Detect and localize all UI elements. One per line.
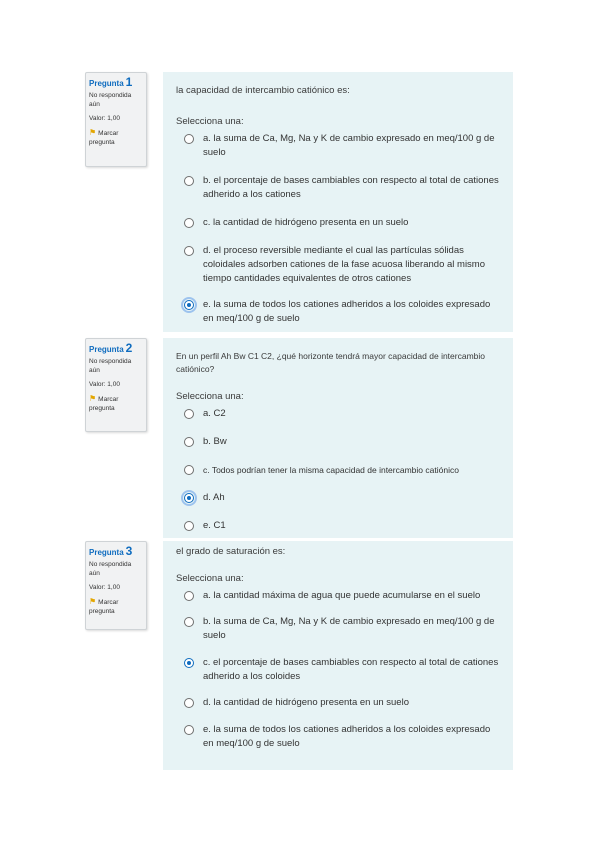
radio-button[interactable] [184, 725, 194, 735]
question-number: Pregunta 1 [89, 75, 133, 89]
radio-button[interactable] [184, 465, 194, 475]
answer-prompt: Selecciona una: [176, 116, 244, 127]
question-info-2: Pregunta 2 No respondida aún Valor: 1,00 … [85, 338, 147, 432]
question-text: el grado de saturación es: [176, 546, 286, 557]
question-number: Pregunta 3 [89, 544, 133, 558]
answer-option[interactable]: e. C1 [176, 519, 503, 533]
question-state: No respondida aún [89, 358, 132, 374]
radio-button-selected[interactable] [184, 658, 194, 668]
radio-button[interactable] [184, 409, 194, 419]
flag-question-link[interactable]: ⚑ Marcar pregunta [89, 394, 143, 413]
flag-icon: ⚑ [89, 394, 97, 403]
radio-button[interactable] [184, 246, 194, 256]
radio-button-selected[interactable] [181, 297, 197, 313]
answer-options: a. C2 b. Bw c. Todos podrían tener la mi… [176, 407, 503, 533]
answer-option[interactable]: d. la cantidad de hidrógeno presenta en … [176, 696, 503, 710]
answer-option[interactable]: d. Ah [176, 490, 503, 506]
answer-prompt: Selecciona una: [176, 573, 244, 584]
question-state: No respondida aún [89, 561, 132, 577]
flag-question-link[interactable]: ⚑ Marcar pregunta [89, 128, 143, 147]
answer-options: a. la cantidad máxima de agua que puede … [176, 589, 503, 751]
answer-option[interactable]: b. Bw [176, 435, 503, 449]
question-formulation-2: En un perfil Ah Bw C1 C2, ¿qué horizonte… [163, 338, 513, 538]
answer-option[interactable]: e. la suma de todos los cationes adherid… [176, 297, 503, 326]
radio-button[interactable] [184, 176, 194, 186]
question-grade: Valor: 1,00 [89, 115, 120, 122]
question-state: No respondida aún [89, 92, 132, 108]
answer-option[interactable]: a. la suma de Ca, Mg, Na y K de cambio e… [176, 132, 503, 160]
question-text: En un perfil Ah Bw C1 C2, ¿qué horizonte… [176, 351, 486, 374]
flag-icon: ⚑ [89, 128, 97, 137]
radio-button[interactable] [184, 591, 194, 601]
radio-button-selected[interactable] [181, 490, 197, 506]
answer-option[interactable]: e. la suma de todos los cationes adherid… [176, 723, 503, 751]
radio-button[interactable] [184, 698, 194, 708]
radio-button[interactable] [184, 218, 194, 228]
answer-option[interactable]: c. el porcentaje de bases cambiables con… [176, 656, 503, 684]
answer-options: a. la suma de Ca, Mg, Na y K de cambio e… [176, 132, 503, 326]
question-info-1: Pregunta 1 No respondida aún Valor: 1,00 … [85, 72, 147, 167]
answer-option[interactable]: a. la cantidad máxima de agua que puede … [176, 589, 503, 603]
question-grade: Valor: 1,00 [89, 381, 120, 388]
question-formulation-1: la capacidad de intercambio catiónico es… [163, 72, 513, 332]
flag-icon: ⚑ [89, 597, 97, 606]
radio-button[interactable] [184, 617, 194, 627]
question-formulation-3: el grado de saturación es: Selecciona un… [163, 541, 513, 770]
question-info-3: Pregunta 3 No respondida aún Valor: 1,00 … [85, 541, 147, 630]
answer-option[interactable]: b. la suma de Ca, Mg, Na y K de cambio e… [176, 615, 503, 643]
radio-button[interactable] [184, 521, 194, 531]
radio-button[interactable] [184, 134, 194, 144]
answer-option[interactable]: c. Todos podrían tener la misma capacida… [176, 463, 503, 477]
flag-question-link[interactable]: ⚑ Marcar pregunta [89, 597, 143, 616]
answer-option[interactable]: b. el porcentaje de bases cambiables con… [176, 174, 503, 202]
question-number: Pregunta 2 [89, 341, 133, 355]
question-grade: Valor: 1,00 [89, 584, 120, 591]
answer-prompt: Selecciona una: [176, 391, 244, 402]
answer-option[interactable]: c. la cantidad de hidrógeno presenta en … [176, 216, 503, 230]
question-text: la capacidad de intercambio catiónico es… [176, 85, 350, 96]
answer-option[interactable]: d. el proceso reversible mediante el cua… [176, 244, 503, 286]
answer-option[interactable]: a. C2 [176, 407, 503, 421]
radio-button[interactable] [184, 437, 194, 447]
